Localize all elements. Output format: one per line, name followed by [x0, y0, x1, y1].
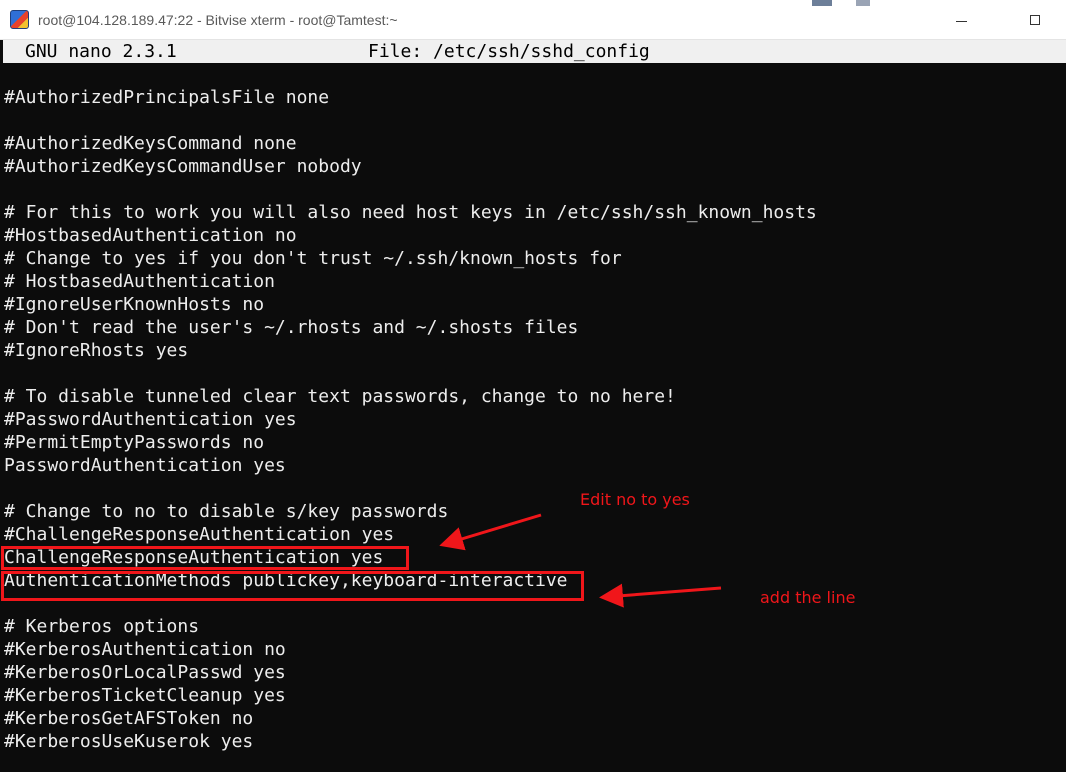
config-line[interactable]: # Kerberos options	[4, 615, 199, 638]
taskbar-thumbnail-sliver	[812, 0, 832, 6]
maximize-icon	[1030, 15, 1040, 25]
config-line[interactable]: #AuthorizedPrincipalsFile none	[4, 86, 329, 109]
nano-version: GNU nano 2.3.1	[25, 41, 177, 62]
config-line[interactable]: # Don't read the user's ~/.rhosts and ~/…	[4, 316, 578, 339]
taskbar-thumbnail-sliver-2	[856, 0, 870, 6]
config-line[interactable]: #AuthorizedKeysCommand none	[4, 132, 297, 155]
highlight-box-authentication-methods	[1, 571, 584, 601]
config-line[interactable]: #PermitEmptyPasswords no	[4, 431, 264, 454]
config-line[interactable]: # For this to work you will also need ho…	[4, 201, 817, 224]
config-line[interactable]: #KerberosGetAFSToken no	[4, 707, 253, 730]
config-line[interactable]: #KerberosUseKuserok yes	[4, 730, 253, 753]
config-line[interactable]: #PasswordAuthentication yes	[4, 408, 297, 431]
config-line[interactable]: #ChallengeResponseAuthentication yes	[4, 523, 394, 546]
config-line[interactable]: #AuthorizedKeysCommandUser nobody	[4, 155, 362, 178]
title-bar[interactable]: root@104.128.189.47:22 - Bitvise xterm -…	[0, 0, 1066, 40]
config-line[interactable]: # Change to yes if you don't trust ~/.ss…	[4, 247, 622, 270]
config-line[interactable]: # Change to no to disable s/key password…	[4, 500, 448, 523]
annotation-edit-note: Edit no to yes	[580, 490, 690, 509]
config-line[interactable]: #KerberosAuthentication no	[4, 638, 286, 661]
window-title: root@104.128.189.47:22 - Bitvise xterm -…	[38, 12, 398, 28]
minimize-button[interactable]	[938, 0, 984, 40]
highlight-box-challenge-response	[1, 546, 409, 570]
config-line[interactable]: #KerberosTicketCleanup yes	[4, 684, 286, 707]
terminal-area[interactable]: GNU nano 2.3.1 File: /etc/ssh/sshd_confi…	[0, 40, 1066, 772]
config-line[interactable]: # To disable tunneled clear text passwor…	[4, 385, 676, 408]
config-line[interactable]: PasswordAuthentication yes	[4, 454, 286, 477]
minimize-icon	[955, 20, 967, 22]
nano-header-bar: GNU nano 2.3.1 File: /etc/ssh/sshd_confi…	[3, 40, 1066, 63]
config-line[interactable]: #IgnoreRhosts yes	[4, 339, 188, 362]
maximize-button[interactable]	[1012, 0, 1058, 40]
config-line[interactable]: #KerberosOrLocalPasswd yes	[4, 661, 286, 684]
bitvise-app-icon[interactable]	[10, 10, 29, 29]
annotation-add-note: add the line	[760, 588, 856, 607]
config-line[interactable]: #HostbasedAuthentication no	[4, 224, 297, 247]
config-line[interactable]: #IgnoreUserKnownHosts no	[4, 293, 264, 316]
config-line[interactable]: # HostbasedAuthentication	[4, 270, 275, 293]
nano-file-path: File: /etc/ssh/sshd_config	[368, 41, 650, 62]
xterm-window: root@104.128.189.47:22 - Bitvise xterm -…	[0, 0, 1066, 772]
